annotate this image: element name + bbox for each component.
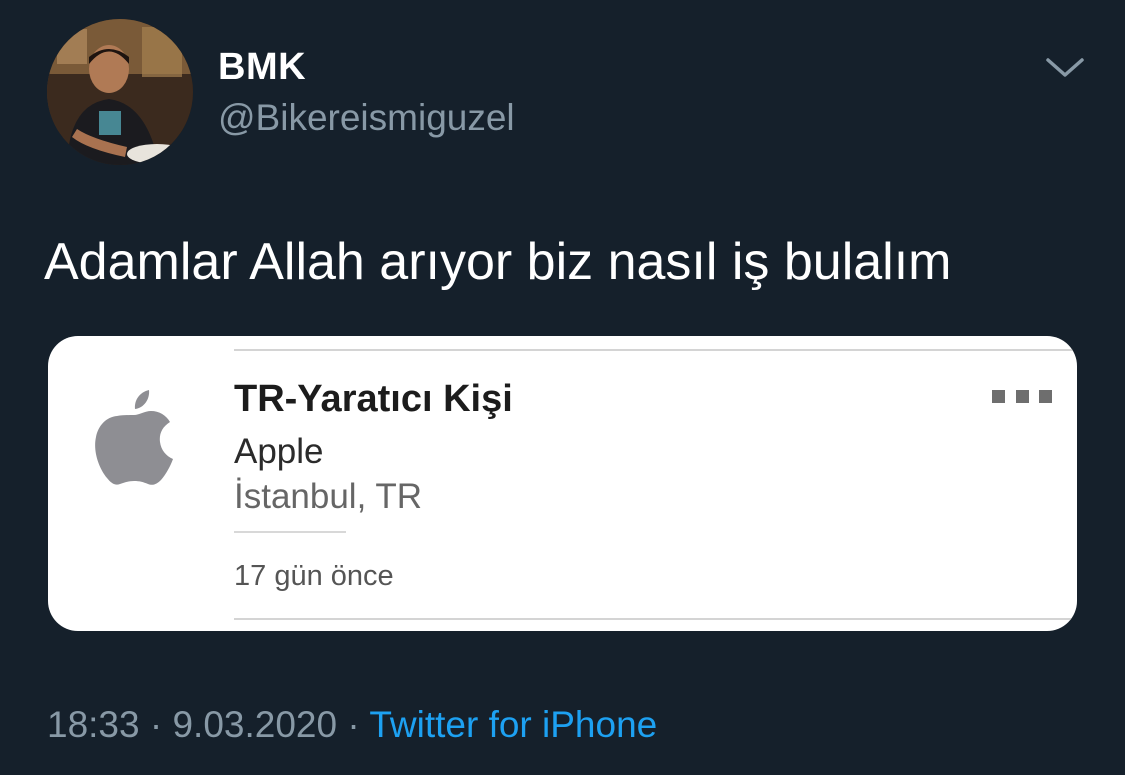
posted-time: 17 gün önce xyxy=(234,560,394,592)
tweet-source-link[interactable]: Twitter for iPhone xyxy=(369,704,657,745)
user-display-name[interactable]: BMK xyxy=(218,46,306,89)
avatar-image xyxy=(47,19,193,165)
company-name: Apple xyxy=(234,432,324,471)
tweet-meta: 18:33 · 9.03.2020 · Twitter for iPhone xyxy=(47,704,657,746)
job-title: TR-Yaratıcı Kişi xyxy=(234,378,513,420)
attached-image-card[interactable]: TR-Yaratıcı Kişi Apple İstanbul, TR 17 g… xyxy=(48,336,1077,631)
more-dots-icon xyxy=(992,390,1052,404)
tweet-view: BMK @Bikereismiguzel Adamlar Allah arıyo… xyxy=(0,0,1125,775)
tweet-text: Adamlar Allah arıyor biz nasıl iş bulalı… xyxy=(44,233,952,291)
apple-logo-icon xyxy=(93,386,175,486)
tweet-time: 18:33 xyxy=(47,704,140,745)
meta-separator: · xyxy=(149,704,163,745)
meta-separator: · xyxy=(347,704,360,745)
avatar[interactable] xyxy=(47,19,193,165)
divider xyxy=(234,618,1077,620)
tweet-date: 9.03.2020 xyxy=(172,704,338,745)
user-handle[interactable]: @Bikereismiguzel xyxy=(218,97,515,139)
divider xyxy=(234,531,346,533)
chevron-down-icon[interactable] xyxy=(1040,50,1090,84)
job-location: İstanbul, TR xyxy=(234,477,423,516)
divider xyxy=(234,349,1077,351)
